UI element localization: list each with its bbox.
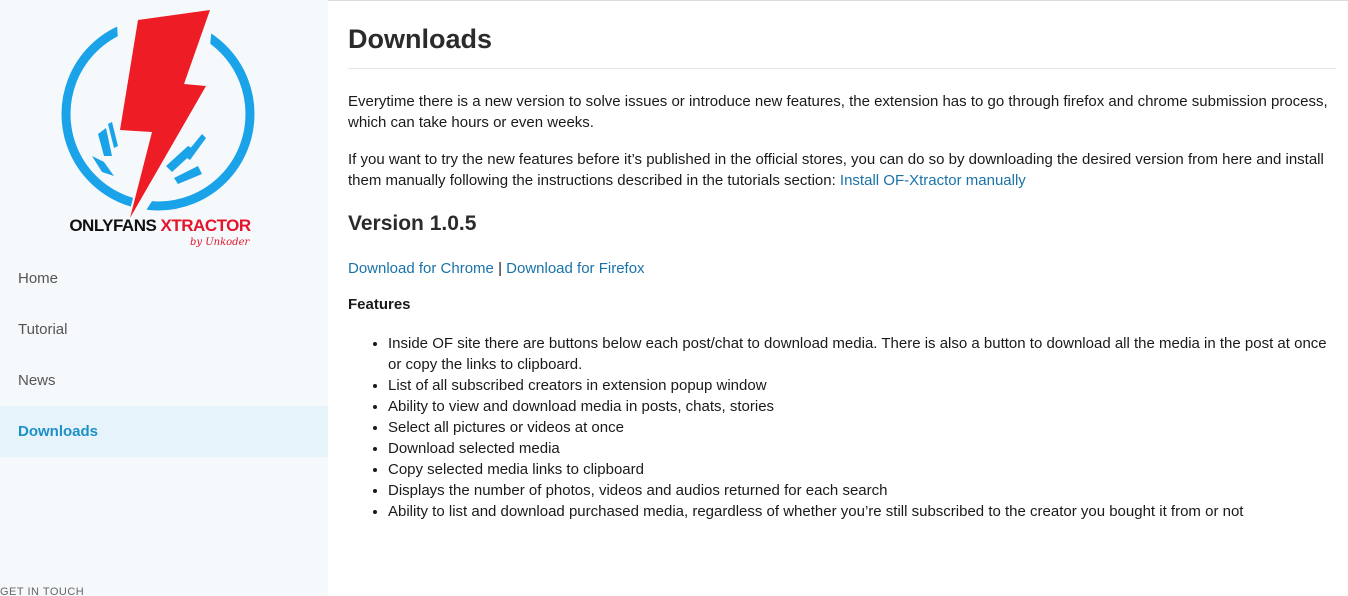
logo-brand-part2: XTRACTOR xyxy=(160,216,252,235)
intro-paragraph-2: If you want to try the new features befo… xyxy=(348,149,1328,191)
sidebar-item-tutorial[interactable]: Tutorial xyxy=(0,304,328,355)
sidebar-nav: Home Tutorial News Downloads xyxy=(0,253,328,457)
logo-brand-text: ONLYFANS XTRACTOR xyxy=(60,216,260,236)
version-title: Version 1.0.5 xyxy=(348,212,477,235)
download-links: Download for Chrome | Download for Firef… xyxy=(348,258,645,279)
shard-left-icon xyxy=(98,128,112,156)
logo-brand-part1: ONLYFANS xyxy=(69,216,161,235)
features-list: Inside OF site there are buttons below e… xyxy=(348,333,1328,522)
get-in-touch-label: GET IN TOUCH xyxy=(0,586,85,596)
features-title: Features xyxy=(348,296,411,313)
list-item: Download selected media xyxy=(388,438,1328,459)
list-item: Select all pictures or videos at once xyxy=(388,417,1328,438)
sidebar-item-home[interactable]: Home xyxy=(0,253,328,304)
list-item: Copy selected media links to clipboard xyxy=(388,459,1328,480)
download-chrome-link[interactable]: Download for Chrome xyxy=(348,260,494,277)
title-divider xyxy=(348,68,1336,69)
list-item: Inside OF site there are buttons below e… xyxy=(388,333,1328,375)
sidebar: ONLYFANS XTRACTOR by Unkoder Home Tutori… xyxy=(0,0,328,596)
install-manually-link[interactable]: Install OF-Xtractor manually xyxy=(840,172,1026,189)
download-firefox-link[interactable]: Download for Firefox xyxy=(506,260,644,277)
list-item: Ability to view and download media in po… xyxy=(388,396,1328,417)
intro-paragraph-1: Everytime there is a new version to solv… xyxy=(348,93,1328,131)
sidebar-item-news[interactable]: News xyxy=(0,355,328,406)
list-item: List of all subscribed creators in exten… xyxy=(388,375,1328,396)
link-separator: | xyxy=(498,260,502,277)
logo-byline: by Unkoder xyxy=(190,237,250,248)
page-title: Downloads xyxy=(348,24,493,54)
intro-paragraph-2-text: If you want to try the new features befo… xyxy=(348,151,1324,189)
list-item: Displays the number of photos, videos an… xyxy=(388,480,1328,501)
sidebar-item-downloads[interactable]: Downloads xyxy=(0,406,328,457)
list-item: Ability to list and download purchased m… xyxy=(388,501,1328,522)
